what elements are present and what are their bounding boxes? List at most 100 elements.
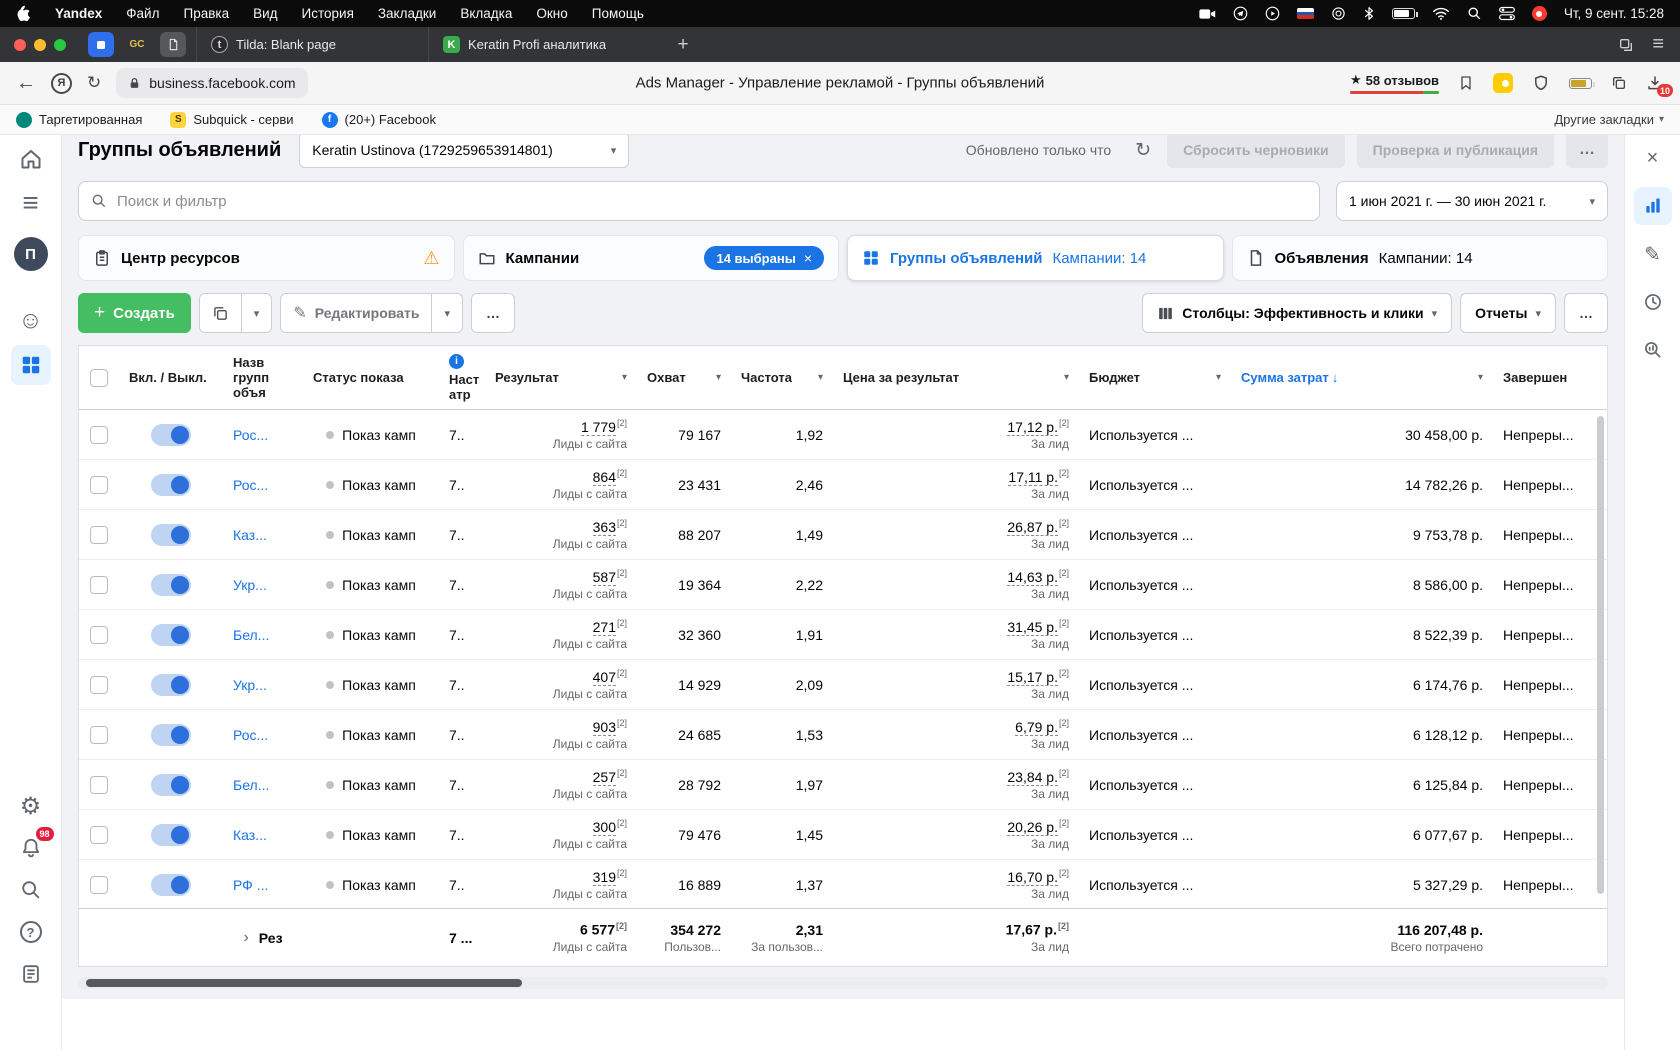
selected-count-pill[interactable]: 14 выбраны × — [704, 246, 824, 270]
bookmark-flag-icon[interactable] — [1458, 75, 1474, 91]
sort-caret[interactable]: ▾ — [1216, 372, 1221, 383]
adset-toggle[interactable] — [151, 774, 191, 796]
tab-ads[interactable]: Объявления Кампании: 14 — [1232, 235, 1609, 281]
smiley-icon[interactable]: ☺ — [11, 301, 51, 341]
tab-panels-icon[interactable] — [1618, 37, 1634, 53]
adset-toggle[interactable] — [151, 824, 191, 846]
row-checkbox[interactable] — [90, 626, 108, 644]
row-checkbox[interactable] — [90, 476, 108, 494]
adset-toggle[interactable] — [151, 724, 191, 746]
window-close-button[interactable] — [14, 39, 26, 51]
edit-button[interactable]: ✎ Редактировать — [281, 294, 431, 332]
row-checkbox[interactable] — [90, 726, 108, 744]
billing-icon[interactable] — [11, 954, 51, 994]
other-bookmarks-button[interactable]: Другие закладки ▾ — [1554, 112, 1664, 127]
pinned-tab-active[interactable] — [160, 32, 186, 57]
column-header-ends[interactable]: Завершен — [1493, 346, 1607, 409]
sort-caret[interactable]: ▾ — [1064, 372, 1069, 383]
table-more-button[interactable]: … — [1564, 293, 1608, 333]
battery-icon[interactable] — [1392, 8, 1415, 19]
window-minimize-button[interactable] — [34, 39, 46, 51]
column-header-cost[interactable]: Цена за результат▾ — [833, 346, 1079, 409]
tab-resource-center[interactable]: Центр ресурсов ⚠ — [78, 235, 455, 281]
column-header-reach[interactable]: Охват▾ — [637, 346, 731, 409]
menu-window[interactable]: Окно — [536, 6, 567, 21]
menubar-clock[interactable]: Чт, 9 сент. 15:28 — [1564, 6, 1664, 21]
review-publish-button[interactable]: Проверка и публикация — [1357, 135, 1554, 168]
menu-view[interactable]: Вид — [253, 6, 277, 21]
summary-label-cell[interactable]: › Рез — [223, 909, 303, 966]
downloads-icon[interactable]: 10 — [1646, 74, 1664, 92]
wifi-icon[interactable] — [1432, 7, 1450, 20]
menu-edit[interactable]: Правка — [183, 6, 229, 21]
sort-caret[interactable]: ▾ — [818, 372, 823, 383]
sort-caret[interactable]: ▾ — [716, 372, 721, 383]
telegram-icon[interactable] — [1233, 6, 1248, 21]
row-checkbox[interactable] — [90, 776, 108, 794]
tab-adsets[interactable]: Группы объявлений Кампании: 14 — [847, 235, 1224, 281]
nav-menu-icon[interactable]: ≡ — [11, 183, 51, 223]
battery-saver-icon[interactable] — [1569, 78, 1592, 89]
row-checkbox[interactable] — [90, 426, 108, 444]
info-icon[interactable]: i — [449, 354, 464, 369]
apple-menu-icon[interactable] — [16, 5, 31, 22]
home-icon[interactable] — [11, 139, 51, 179]
control-center-icon[interactable] — [1499, 6, 1515, 21]
url-bar[interactable]: business.facebook.com — [116, 68, 307, 98]
adset-toggle[interactable] — [151, 524, 191, 546]
duplicate-button[interactable] — [200, 294, 241, 332]
ru-flag-icon[interactable] — [1297, 8, 1314, 19]
column-header-budget[interactable]: Бюджет▾ — [1079, 346, 1231, 409]
video-camera-icon[interactable] — [1199, 8, 1216, 20]
scrollbar-thumb[interactable] — [86, 979, 522, 987]
spotlight-search-icon[interactable] — [1467, 6, 1482, 21]
bookmark-target[interactable]: Таргетированная — [16, 112, 142, 128]
adset-name-link[interactable]: РФ ... — [233, 877, 293, 893]
table-horizontal-scrollbar[interactable] — [78, 977, 1608, 989]
actions-more-button[interactable]: … — [471, 293, 515, 333]
duplicate-options-caret[interactable]: ▾ — [241, 294, 272, 332]
date-range-selector[interactable]: 1 июн 2021 г. — 30 июн 2021 г. ▾ — [1336, 181, 1608, 221]
menu-help[interactable]: Помощь — [592, 6, 644, 21]
clear-selection-icon[interactable]: × — [804, 250, 812, 266]
adset-toggle[interactable] — [151, 574, 191, 596]
browser-menu-icon[interactable]: ≡ — [1652, 33, 1664, 56]
refresh-icon[interactable]: ↻ — [1131, 139, 1155, 162]
tab-keratin[interactable]: K Keratin Profi аналитика — [428, 27, 660, 62]
edit-options-caret[interactable]: ▾ — [431, 294, 462, 332]
column-header-frequency[interactable]: Частота▾ — [731, 346, 833, 409]
close-panel-icon[interactable]: × — [1634, 139, 1672, 177]
history-clock-icon[interactable] — [1634, 283, 1672, 321]
adset-name-link[interactable]: Бел... — [233, 777, 293, 793]
adset-name-link[interactable]: Рос... — [233, 477, 293, 493]
sort-caret[interactable]: ▾ — [622, 372, 627, 383]
yandex-search-icon[interactable]: Я — [51, 73, 72, 94]
column-header-result[interactable]: Результат▾ — [485, 346, 637, 409]
back-button[interactable]: ← — [16, 72, 36, 95]
account-selector[interactable]: Keratin Ustinova (1729259653914801) ▾ — [299, 135, 629, 168]
column-header-attribution[interactable]: i Наст атр — [439, 346, 485, 409]
search-filter-box[interactable] — [78, 181, 1320, 221]
pages-copy-icon[interactable] — [1611, 75, 1627, 91]
help-icon[interactable]: ? — [11, 912, 51, 952]
menu-bookmarks[interactable]: Закладки — [378, 6, 436, 21]
adset-toggle[interactable] — [151, 424, 191, 446]
columns-button[interactable]: Столбцы: Эффективность и клики ▾ — [1142, 293, 1452, 333]
window-zoom-button[interactable] — [54, 39, 66, 51]
menu-history[interactable]: История — [302, 6, 354, 21]
pinned-tab-1[interactable] — [88, 32, 114, 57]
column-header-toggle[interactable]: Вкл. / Выкл. — [119, 346, 223, 409]
adset-name-link[interactable]: Каз... — [233, 827, 293, 843]
bluetooth-icon[interactable] — [1363, 6, 1375, 21]
ads-manager-grid-icon[interactable] — [11, 345, 51, 385]
search-icon[interactable] — [11, 870, 51, 910]
row-checkbox[interactable] — [90, 876, 108, 894]
app-menu-yandex[interactable]: Yandex — [55, 6, 102, 21]
row-checkbox[interactable] — [90, 676, 108, 694]
adset-toggle[interactable] — [151, 624, 191, 646]
adset-toggle[interactable] — [151, 474, 191, 496]
adset-name-link[interactable]: Бел... — [233, 627, 293, 643]
column-header-spent[interactable]: Сумма затрат↓▾ — [1231, 346, 1493, 409]
adset-name-link[interactable]: Каз... — [233, 527, 293, 543]
table-vertical-scrollbar[interactable] — [1597, 416, 1604, 894]
